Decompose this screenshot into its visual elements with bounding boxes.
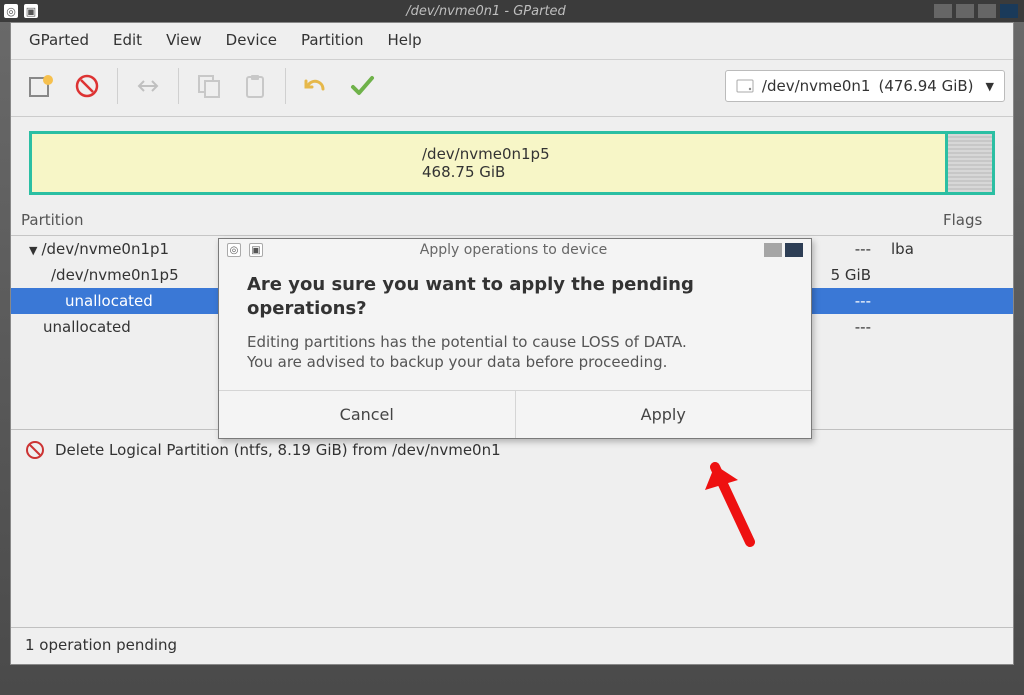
row-flags: lba [881, 240, 1013, 258]
device-selector[interactable]: /dev/nvme0n1 (476.94 GiB) ▼ [725, 70, 1005, 102]
dialog-buttons: Cancel Apply [219, 390, 811, 438]
undo-button[interactable] [294, 64, 338, 108]
dialog-message-2: You are advised to backup your data befo… [247, 352, 783, 372]
activities-icon[interactable]: ◎ [4, 4, 18, 18]
col-partition[interactable]: Partition [11, 205, 221, 235]
device-size: (476.94 GiB) [878, 77, 973, 95]
separator [117, 68, 118, 104]
table-header: Partition Flags [11, 205, 1013, 236]
paste-button[interactable] [233, 64, 277, 108]
toolbar: /dev/nvme0n1 (476.94 GiB) ▼ [11, 60, 1013, 117]
delete-op-icon [25, 440, 45, 460]
pmap-size: 468.75 GiB [422, 163, 945, 181]
resize-move-button[interactable] [126, 64, 170, 108]
dialog-heading: Are you sure you want to apply the pendi… [247, 273, 783, 322]
separator [285, 68, 286, 104]
pmap-name: /dev/nvme0n1p5 [422, 145, 945, 163]
chevron-down-icon: ▼ [986, 80, 994, 93]
menu-view[interactable]: View [156, 29, 212, 51]
menu-bar: GParted Edit View Device Partition Help [11, 23, 1013, 60]
row-trail: 5 GiB [801, 266, 881, 284]
pending-op-text: Delete Logical Partition (ntfs, 8.19 GiB… [55, 441, 501, 459]
status-bar: 1 operation pending [11, 627, 1013, 664]
row-trail: --- [801, 240, 881, 258]
dialog-app-icon: ▣ [249, 243, 263, 257]
row-name: unallocated [65, 292, 153, 310]
apply-confirm-button[interactable]: Apply [515, 391, 812, 438]
new-partition-button[interactable] [19, 64, 63, 108]
partition-map-main[interactable]: /dev/nvme0n1p5 468.75 GiB [32, 134, 948, 192]
row-trail: --- [801, 292, 881, 310]
cancel-button[interactable]: Cancel [219, 391, 515, 438]
row-name: unallocated [43, 318, 131, 336]
dialog-message-1: Editing partitions has the potential to … [247, 332, 783, 352]
dialog-titlebar[interactable]: ◎ ▣ Apply operations to device [219, 239, 811, 261]
menu-device[interactable]: Device [216, 29, 287, 51]
delete-partition-button[interactable] [65, 64, 109, 108]
device-name: /dev/nvme0n1 [762, 77, 871, 95]
row-name: /dev/nvme0n1p1 [41, 240, 169, 258]
partition-map-unallocated[interactable] [948, 134, 992, 192]
apply-confirm-dialog: ◎ ▣ Apply operations to device Are you s… [218, 238, 812, 439]
menu-partition[interactable]: Partition [291, 29, 374, 51]
partition-map[interactable]: /dev/nvme0n1p5 468.75 GiB [29, 131, 995, 195]
status-text: 1 operation pending [25, 636, 177, 654]
expander-icon[interactable]: ▼ [29, 244, 37, 257]
separator [178, 68, 179, 104]
row-trail: --- [801, 318, 881, 336]
menu-help[interactable]: Help [378, 29, 432, 51]
dialog-title: Apply operations to device [271, 242, 756, 258]
col-flags[interactable]: Flags [933, 205, 1013, 235]
drive-icon [736, 77, 754, 95]
apply-button[interactable] [340, 64, 384, 108]
dialog-app-icon: ◎ [227, 243, 241, 257]
copy-button[interactable] [187, 64, 231, 108]
app-icon[interactable]: ▣ [24, 4, 38, 18]
dialog-body: Are you sure you want to apply the pendi… [219, 261, 811, 390]
row-name: /dev/nvme0n1p5 [51, 266, 179, 284]
dialog-window-controls[interactable] [764, 243, 803, 257]
desktop-panel: ◎ ▣ /dev/nvme0n1 - GParted [0, 0, 1024, 22]
workspace-switcher[interactable] [934, 4, 1024, 18]
menu-edit[interactable]: Edit [103, 29, 152, 51]
window-title: /dev/nvme0n1 - GParted [44, 4, 928, 19]
menu-gparted[interactable]: GParted [19, 29, 99, 51]
